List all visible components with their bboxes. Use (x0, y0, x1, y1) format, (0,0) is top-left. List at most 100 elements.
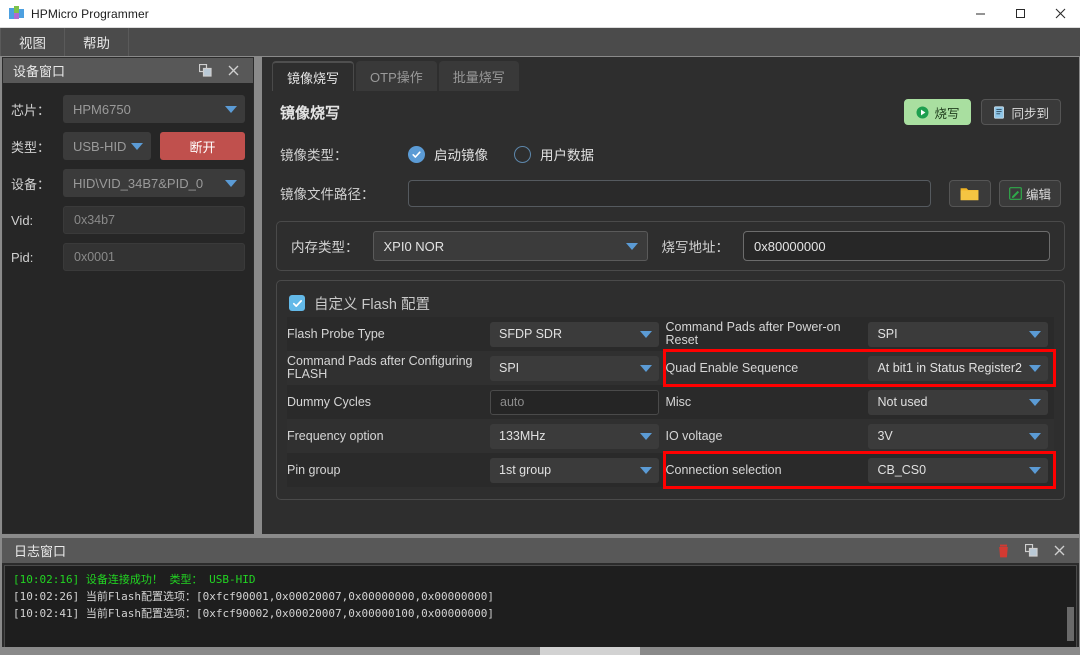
chip-select-value: HPM6750 (73, 101, 131, 117)
connection-selection-label: Connection selection (665, 463, 782, 477)
trash-icon[interactable] (995, 543, 1011, 559)
radio-user-data[interactable]: 用户数据 (514, 144, 594, 164)
chevron-down-icon (1029, 467, 1041, 474)
edit-button[interactable]: 编辑 (998, 179, 1061, 207)
image-type-row: 镜像类型： 启动镜像 用户数据 (276, 137, 1065, 171)
radio-boot-image[interactable]: 启动镜像 (408, 144, 488, 164)
tab-otp[interactable]: OTP操作 (356, 61, 437, 91)
horizontal-scrollbar[interactable] (0, 647, 1080, 655)
type-controls: USB-HID 断开 (63, 132, 245, 160)
dummy-cycles-input[interactable]: auto (490, 389, 660, 415)
frequency-option-select[interactable]: 133MHz (490, 423, 660, 449)
pid-field-wrap: 0x0001 (63, 243, 245, 271)
device-select-wrap: HID\VID_34B7&PID_0 (63, 169, 245, 197)
log-panel-title: 日志窗口 (14, 544, 67, 559)
device-row: 设备： HID\VID_34B7&PID_0 (11, 169, 245, 197)
float-icon[interactable] (1023, 543, 1039, 559)
scrollbar-thumb[interactable] (1067, 607, 1074, 641)
misc-label: Misc (665, 395, 692, 409)
vid-field[interactable]: 0x34b7 (63, 206, 245, 234)
misc-value-wrap: Not used (868, 389, 1054, 415)
tab-strip: 镜像烧写 OTP操作 批量烧写 (262, 57, 1079, 91)
command-pads-power-on-reset-select[interactable]: SPI (868, 321, 1048, 347)
menu-item-help[interactable]: 帮助 (65, 28, 129, 56)
log-vertical-scrollbar[interactable] (1066, 567, 1075, 649)
chevron-down-icon (640, 467, 653, 474)
tab-panel-image-burn: 镜像烧写 烧写 同步到 镜像类型： 启动镜像 用户数据 镜像文件路径： 编辑 内… (262, 91, 1079, 534)
tab-batch-burn[interactable]: 批量烧写 (438, 61, 519, 91)
misc-select[interactable]: Not used (868, 389, 1048, 415)
command-pads-power-on-reset-value-wrap: SPI (868, 321, 1054, 347)
image-file-path-input[interactable] (408, 179, 931, 207)
close-icon[interactable] (1040, 0, 1080, 28)
chevron-down-icon (1029, 433, 1041, 440)
close-panel-icon[interactable] (225, 63, 241, 79)
menu-bar: 视图 帮助 (0, 28, 1080, 56)
memory-settings-box: 内存类型： XPI0 NOR 烧写地址： 0x80000000 (276, 221, 1065, 271)
radio-checked-icon (408, 145, 425, 163)
pin-group-value: 1st group (499, 463, 552, 477)
quad-enable-sequence-value: At bit1 in Status Register2 (877, 361, 1022, 375)
connection-selection-select[interactable]: CB_CS0 (868, 457, 1048, 483)
flash-row-command-pads-after-configuring: Command Pads after Configuring FLASH SPI (287, 351, 666, 385)
device-select[interactable]: HID\VID_34B7&PID_0 (63, 169, 245, 197)
radio-unchecked-icon (514, 145, 531, 163)
dummy-cycles-value-wrap: auto (490, 389, 665, 415)
pin-group-select[interactable]: 1st group (490, 457, 660, 483)
burn-address-input[interactable]: 0x80000000 (743, 231, 1050, 261)
float-icon[interactable] (197, 63, 213, 79)
command-pads-power-on-reset-value: SPI (877, 327, 898, 341)
disconnect-button[interactable]: 断开 (160, 132, 245, 160)
device-panel-body: 芯片： HPM6750 类型： USB-HID 断开 设备： HID\VID_3… (3, 83, 253, 533)
log-output[interactable]: [10:02:16] 设备连接成功！ 类型： USB-HID [10:02:26… (4, 565, 1077, 650)
memory-type-value: XPI0 NOR (383, 238, 445, 254)
type-select[interactable]: USB-HID (63, 132, 151, 160)
chip-select[interactable]: HPM6750 (63, 95, 245, 123)
tab-image-burn[interactable]: 镜像烧写 (272, 61, 355, 91)
play-icon (916, 106, 929, 118)
io-voltage-label: IO voltage (665, 429, 723, 443)
quad-enable-sequence-value-wrap: At bit1 in Status Register2 (868, 355, 1054, 381)
title-bar: HPMicro Programmer (0, 0, 1080, 28)
flash-probe-type-select[interactable]: SFDP SDR (490, 321, 660, 347)
type-row: 类型： USB-HID 断开 (11, 132, 245, 160)
flash-probe-type-label: Flash Probe Type (287, 327, 385, 341)
menu-item-view[interactable]: 视图 (0, 28, 65, 56)
flash-row-io-voltage: IO voltage 3V (665, 419, 1054, 453)
maximize-icon[interactable] (1000, 0, 1040, 28)
flash-probe-type-value-wrap: SFDP SDR (490, 321, 665, 347)
close-panel-icon[interactable] (1051, 543, 1067, 559)
sync-to-button[interactable]: 同步到 (981, 99, 1061, 125)
chevron-down-icon (1029, 331, 1041, 338)
section-title: 镜像烧写 (280, 104, 341, 122)
section-header: 镜像烧写 烧写 同步到 (276, 91, 1065, 133)
device-label: 设备： (11, 176, 51, 192)
device-panel-title: 设备窗口 (13, 64, 66, 79)
io-voltage-select[interactable]: 3V (868, 423, 1048, 449)
content-panel: 镜像烧写 OTP操作 批量烧写 镜像烧写 烧写 同步到 镜像类型： 启动镜像 用… (262, 57, 1079, 534)
command-pads-after-configuring-select[interactable]: SPI (490, 355, 660, 381)
browse-folder-button[interactable] (948, 179, 991, 207)
log-panel-tools (995, 543, 1073, 559)
custom-flash-checkbox[interactable] (289, 295, 305, 311)
pid-field[interactable]: 0x0001 (63, 243, 245, 271)
vid-row: Vid: 0x34b7 (11, 206, 245, 234)
scrollbar-thumb[interactable] (540, 647, 640, 655)
quad-enable-sequence-select[interactable]: At bit1 in Status Register2 (868, 355, 1048, 381)
minimize-icon[interactable] (960, 0, 1000, 28)
quad-enable-sequence-label: Quad Enable Sequence (665, 361, 799, 375)
checkmark-icon (292, 299, 302, 307)
burn-address-label: 烧写地址： (661, 240, 730, 255)
flash-config-header[interactable]: 自定义 Flash 配置 (287, 289, 1054, 317)
flash-probe-type-value: SFDP SDR (499, 327, 562, 341)
chip-select-wrap: HPM6750 (63, 95, 245, 123)
command-pads-after-configuring-value-wrap: SPI (490, 355, 665, 381)
device-panel-title-bar: 设备窗口 (3, 58, 253, 83)
memory-type-select[interactable]: XPI0 NOR (372, 231, 648, 261)
burn-button[interactable]: 烧写 (904, 99, 972, 125)
flash-row-pin-group: Pin group 1st group (287, 453, 666, 487)
section-action-buttons: 烧写 同步到 (904, 99, 1061, 125)
app-logo-icon (9, 6, 24, 21)
window-title: HPMicro Programmer (31, 6, 149, 21)
memory-type-label: 内存类型： (291, 240, 359, 255)
